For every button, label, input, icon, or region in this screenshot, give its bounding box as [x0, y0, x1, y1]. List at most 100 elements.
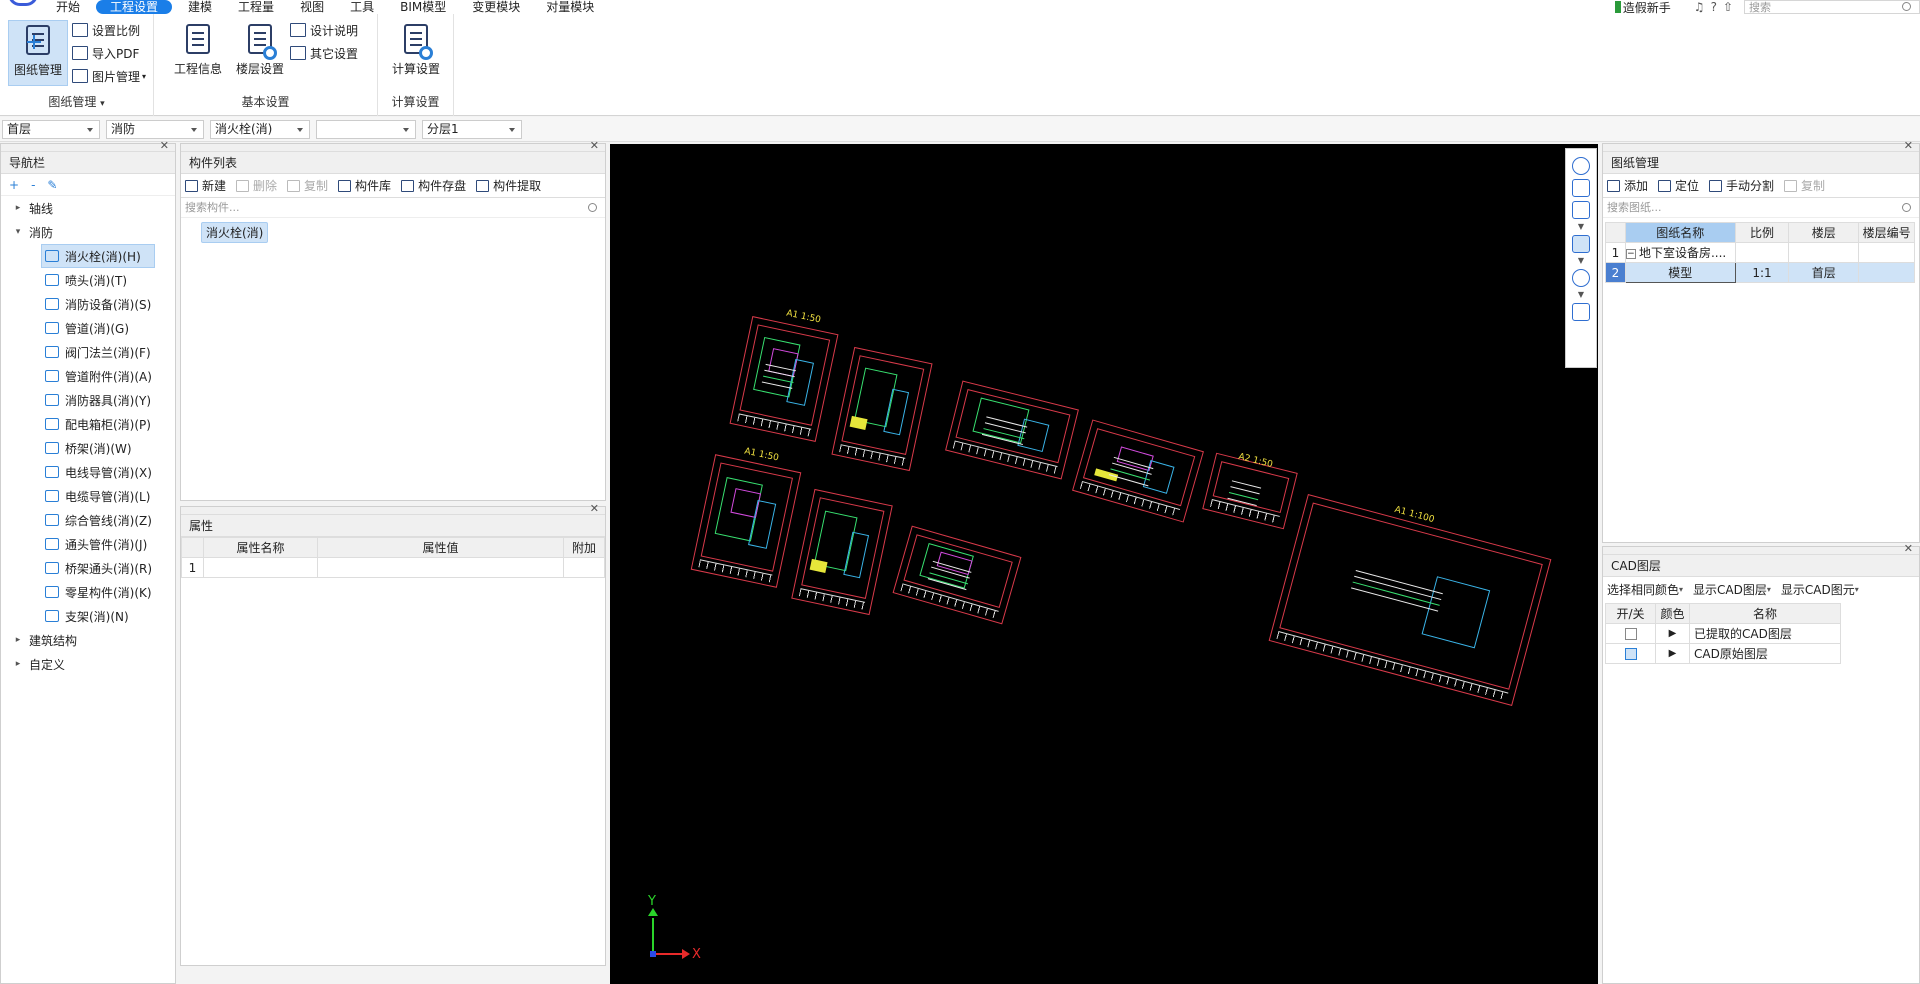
tree-child-item[interactable]: 桥架(消)(W) [1, 436, 175, 460]
component-toolbar-button-4[interactable]: 构件存盘 [401, 177, 466, 194]
discipline-select[interactable]: 消防 [106, 120, 204, 139]
tree-node[interactable]: ▸ 建筑结构 [1, 628, 175, 652]
close-icon[interactable]: ✕ [590, 502, 599, 515]
remove-icon[interactable]: - [31, 178, 35, 192]
tree-child-item[interactable]: 喷头(消)(T) [1, 268, 175, 292]
cad-toolbar-dropdown-1[interactable]: 显示CAD图层 ▾ [1693, 581, 1771, 598]
component-type-select[interactable]: 消火栓(消) [210, 120, 310, 139]
component-toolbar-button-5[interactable]: 构件提取 [476, 177, 541, 194]
chevron-right-icon[interactable]: ▸ [11, 659, 25, 669]
tree-child-item[interactable]: 通头管件(消)(J) [1, 532, 175, 556]
cad-sheet[interactable] [831, 346, 933, 472]
menu-item-6[interactable]: BIM模型 [390, 0, 456, 14]
close-icon[interactable]: ✕ [590, 139, 599, 152]
menu-item-1[interactable]: 工程设置 [96, 0, 173, 14]
drawing-management-button[interactable]: 图纸管理 [8, 20, 68, 86]
orbit-icon[interactable] [1572, 157, 1590, 175]
cad-sheet[interactable] [892, 525, 1022, 625]
component-select[interactable] [316, 120, 416, 139]
project-info-button[interactable]: 工程信息 [168, 20, 228, 86]
drawing-toolbar-button-0[interactable]: 添加 [1607, 177, 1648, 194]
edit-icon[interactable]: ✎ [47, 178, 57, 192]
component-item[interactable]: 消火栓(消) [201, 222, 269, 243]
3d-view-icon[interactable] [1572, 179, 1590, 197]
share-icon[interactable]: ⇧ [1723, 0, 1733, 14]
drawing-toolbar-button-1[interactable]: 定位 [1658, 177, 1699, 194]
menu-item-0[interactable]: 开始 [46, 0, 90, 14]
table-row[interactable]: 1 [181, 557, 605, 578]
cad-sheet[interactable] [791, 488, 893, 616]
import-pdf-button[interactable]: 导入PDF [72, 43, 139, 63]
menu-item-5[interactable]: 工具 [340, 0, 384, 14]
component-toolbar-button-1[interactable]: 删除 [236, 177, 277, 194]
column-header[interactable]: 楼层编号 [1858, 222, 1915, 243]
table-row[interactable]: ▶ CAD原始图层 [1605, 643, 1841, 664]
top-view-icon[interactable] [1572, 235, 1590, 253]
drawing-toolbar-button-3[interactable]: 复制 [1784, 177, 1825, 194]
close-icon[interactable]: ✕ [160, 139, 169, 152]
box-view-icon[interactable] [1572, 201, 1590, 219]
calc-settings-button[interactable]: 计算设置 [386, 20, 446, 86]
close-icon[interactable]: ✕ [1904, 542, 1913, 555]
cad-sheet[interactable] [945, 380, 1079, 480]
chevron-down-icon[interactable]: ▼ [1578, 257, 1584, 265]
tree-child-item[interactable]: 管道(消)(G) [1, 316, 175, 340]
tree-child-item[interactable]: 阀门法兰(消)(F) [1, 340, 175, 364]
tree-child-item[interactable]: 消防设备(消)(S) [1, 292, 175, 316]
tree-child-item[interactable]: 支架(消)(N) [1, 604, 175, 628]
close-icon[interactable]: ✕ [1904, 139, 1913, 152]
cad-canvas[interactable]: A1 1:50 A1 1:50 A2 1:50 A1 1:100 Y X [610, 144, 1598, 984]
chevron-right-icon[interactable]: ▸ [11, 635, 25, 645]
tree-child-item[interactable]: 管道附件(消)(A) [1, 364, 175, 388]
tree-node[interactable]: ▾ 消防 [1, 220, 175, 244]
chevron-down-icon[interactable]: ▼ [1578, 291, 1584, 299]
floor-select[interactable]: 首层 [2, 120, 100, 139]
tree-child-item[interactable]: 桥架通头(消)(R) [1, 556, 175, 580]
add-icon[interactable]: + [9, 178, 19, 192]
layer-toggle-checkbox[interactable] [1624, 648, 1637, 660]
tree-child-item[interactable]: 零星构件(消)(K) [1, 580, 175, 604]
menu-item-2[interactable]: 建模 [178, 0, 222, 14]
expand-arrow-icon[interactable]: ▶ [1655, 643, 1690, 664]
tree-child-item[interactable]: 配电箱柜(消)(P) [1, 412, 175, 436]
cad-sheet[interactable] [729, 316, 839, 442]
tree-node[interactable]: ▸ 轴线 [1, 196, 175, 220]
other-settings-button[interactable]: 其它设置 [290, 43, 358, 63]
global-search-input[interactable]: 搜索 [1744, 0, 1920, 14]
drawing-search-input[interactable]: 搜索图纸... [1603, 198, 1919, 218]
ribbon-group-label-drawing[interactable]: 图纸管理 ▾ [0, 93, 153, 110]
set-scale-button[interactable]: 设置比例 [72, 20, 140, 40]
rotate-icon[interactable] [1572, 269, 1590, 287]
drawing-toolbar-button-2[interactable]: 手动分割 [1709, 177, 1774, 194]
tree-child-item[interactable]: 电缆导管(消)(L) [1, 484, 175, 508]
menu-item-4[interactable]: 视图 [290, 0, 334, 14]
tree-node[interactable]: ▸ 自定义 [1, 652, 175, 676]
chevron-right-icon[interactable]: ▸ [11, 203, 25, 213]
floor-settings-button[interactable]: 楼层设置 [230, 20, 290, 86]
tree-child-item[interactable]: 消防器具(消)(Y) [1, 388, 175, 412]
design-notes-button[interactable]: 设计说明 [290, 20, 358, 40]
tree-child-item[interactable]: 综合管线(消)(Z) [1, 508, 175, 532]
cad-sheet[interactable] [1072, 419, 1204, 523]
cad-toolbar-dropdown-2[interactable]: 显示CAD图元 ▾ [1781, 581, 1859, 598]
table-row[interactable]: 2 模型 1:1 首层 [1605, 262, 1915, 283]
tree-child-item[interactable]: 消火栓(消)(H) [41, 244, 155, 268]
column-header[interactable]: 比例 [1734, 222, 1790, 243]
collapse-icon[interactable]: − [1625, 248, 1636, 259]
layer-display-icon[interactable] [1572, 303, 1590, 321]
column-header[interactable]: 楼层 [1788, 222, 1860, 243]
table-row[interactable]: ▶ 已提取的CAD图层 [1605, 623, 1841, 644]
image-management-button[interactable]: 图片管理 ▾ [72, 66, 146, 86]
component-toolbar-button-3[interactable]: 构件库 [338, 177, 391, 194]
table-row[interactable]: 1− 地下室设备房.... [1605, 242, 1915, 263]
expand-arrow-icon[interactable]: ▶ [1655, 623, 1690, 644]
column-header[interactable]: 图纸名称 [1624, 222, 1736, 243]
tree-child-item[interactable]: 电线导管(消)(X) [1, 460, 175, 484]
menu-item-8[interactable]: 对量模块 [536, 0, 604, 14]
chevron-down-icon[interactable]: ▼ [1578, 223, 1584, 231]
menu-item-7[interactable]: 变更模块 [462, 0, 530, 14]
component-toolbar-button-0[interactable]: 新建 [185, 177, 226, 194]
component-toolbar-button-2[interactable]: 复制 [287, 177, 328, 194]
cad-sheet[interactable] [690, 454, 802, 588]
layer-toggle-checkbox[interactable] [1624, 628, 1637, 640]
